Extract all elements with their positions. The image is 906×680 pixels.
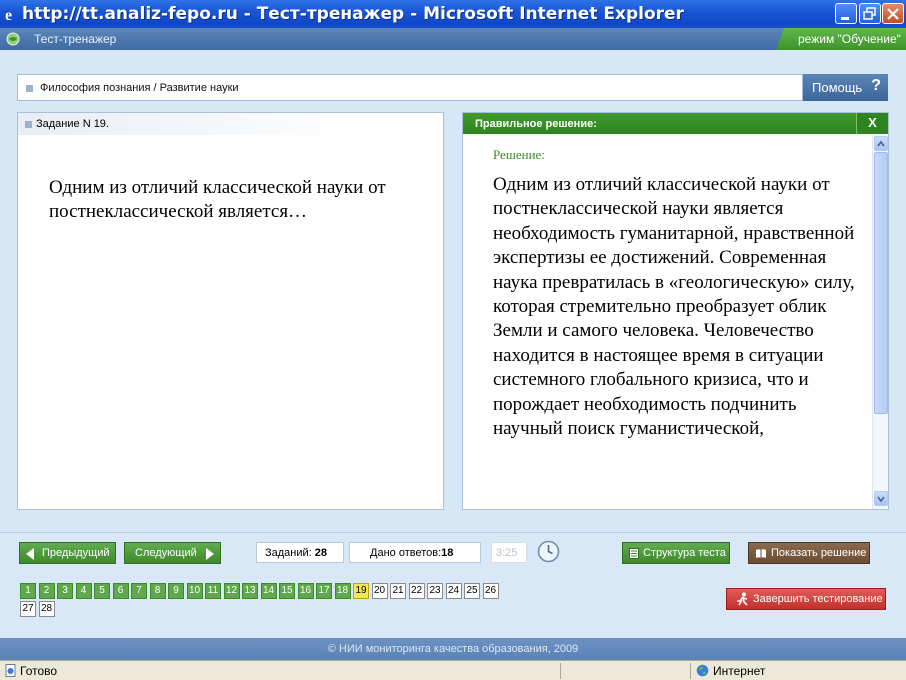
mode-badge: режим "Обучение" — [776, 28, 906, 50]
question-number-26[interactable]: 26 — [482, 583, 499, 599]
question-number-13[interactable]: 13 — [242, 583, 258, 599]
app-logo-icon — [6, 32, 20, 46]
app-header: Тест-тренажер режим "Обучение" — [0, 28, 906, 50]
close-solution-button[interactable]: X — [856, 113, 888, 134]
status-separator — [690, 663, 691, 679]
question-number-6[interactable]: 6 — [112, 583, 129, 599]
question-number-21[interactable]: 21 — [390, 583, 406, 599]
scroll-thumb[interactable] — [874, 152, 888, 414]
question-number-22[interactable]: 22 — [408, 583, 425, 599]
next-label: Следующий — [135, 547, 197, 559]
question-number-20[interactable]: 20 — [371, 583, 388, 599]
help-button[interactable]: Помощь ? — [803, 74, 888, 101]
copyright: © НИИ мониторинга качества образования, … — [0, 638, 906, 660]
security-zone: Интернет — [713, 664, 766, 678]
task-number: Задание N 19. — [36, 118, 109, 130]
bullet-icon — [26, 85, 33, 92]
window-title: http://tt.analiz-fepo.ru - Тест-тренажер… — [22, 4, 684, 24]
chevron-down-icon — [877, 496, 885, 503]
question-number-11[interactable]: 11 — [205, 583, 221, 599]
close-icon — [887, 8, 899, 20]
question-number-25[interactable]: 25 — [464, 583, 480, 599]
restore-icon — [863, 7, 876, 20]
app-title: Тест-тренажер — [34, 32, 117, 46]
answered-label: Дано ответов: — [370, 547, 442, 559]
question-number-18[interactable]: 18 — [334, 583, 351, 599]
previous-button[interactable]: Предыдущий — [19, 542, 116, 564]
list-icon — [629, 548, 639, 559]
question-number-4[interactable]: 4 — [75, 583, 92, 599]
help-label: Помощь — [812, 80, 863, 95]
test-structure-label: Структура теста — [643, 547, 726, 559]
question-number-1[interactable]: 1 — [20, 583, 36, 599]
scroll-up-button[interactable] — [874, 136, 888, 151]
tasks-counter: Заданий: 28 — [256, 542, 344, 563]
question-number-8[interactable]: 8 — [149, 583, 166, 599]
question-number-27[interactable]: 27 — [20, 601, 36, 617]
test-structure-button[interactable]: Структура теста — [622, 542, 730, 564]
tasks-label: Заданий: — [265, 547, 312, 559]
arrow-left-icon — [26, 548, 34, 560]
question-number-3[interactable]: 3 — [57, 583, 73, 599]
solution-content: Решение: Одним из отличий классической н… — [493, 147, 863, 441]
finish-test-button[interactable]: Завершить тестирование — [726, 588, 886, 610]
scroll-down-button[interactable] — [874, 491, 888, 506]
solution-header: Правильное решение: — [463, 113, 888, 134]
show-solution-button[interactable]: Показать решение — [748, 542, 870, 564]
question-number-5[interactable]: 5 — [94, 583, 110, 599]
arrow-right-icon — [206, 548, 214, 560]
question-number-16[interactable]: 16 — [297, 583, 314, 599]
minimize-icon — [841, 17, 849, 20]
show-solution-label: Показать решение — [771, 547, 867, 559]
next-button[interactable]: Следующий — [124, 542, 221, 564]
question-number-12[interactable]: 12 — [223, 583, 240, 599]
window-titlebar: e http://tt.analiz-fepo.ru - Тест-тренаж… — [0, 0, 906, 28]
maximize-button[interactable] — [859, 3, 881, 24]
status-text: Готово — [20, 664, 58, 678]
question-number-28[interactable]: 28 — [38, 601, 55, 617]
task-panel: Задание N 19. Одним из отличий классичес… — [17, 112, 444, 510]
minimize-button[interactable] — [835, 3, 857, 24]
question-mark-icon: ? — [871, 77, 881, 94]
internet-explorer-icon: e — [5, 7, 12, 24]
status-separator — [560, 663, 561, 679]
finish-test-label: Завершить тестирование — [753, 593, 883, 605]
question-number-10[interactable]: 10 — [186, 583, 203, 599]
question-text: Одним из отличий классической науки от п… — [49, 177, 386, 222]
question-number-7[interactable]: 7 — [131, 583, 147, 599]
solution-panel: Правильное решение: X Решение: Одним из … — [462, 112, 889, 510]
question-number-24[interactable]: 24 — [445, 583, 462, 599]
question-number-23[interactable]: 23 — [427, 583, 443, 599]
status-bar: Готово Интернет — [0, 660, 906, 680]
previous-label: Предыдущий — [42, 547, 110, 559]
chevron-up-icon — [877, 140, 885, 147]
question-number-19[interactable]: 19 — [353, 583, 369, 599]
answered-counter: Дано ответов:18 — [349, 542, 481, 563]
svg-text:e: e — [5, 7, 12, 24]
solution-label: Решение: — [493, 147, 545, 162]
answered-value: 18 — [441, 547, 454, 559]
bullet-icon — [25, 121, 32, 128]
question-number-15[interactable]: 15 — [279, 583, 295, 599]
solution-scrollbar[interactable] — [872, 135, 888, 509]
question-number-17[interactable]: 17 — [316, 583, 332, 599]
question-number-2[interactable]: 2 — [38, 583, 55, 599]
globe-icon — [696, 664, 709, 677]
question-number-14[interactable]: 14 — [260, 583, 277, 599]
solution-text: Одним из отличий классической науки от п… — [493, 174, 855, 440]
breadcrumb-text: Философия познания / Развитие науки — [40, 82, 239, 94]
running-man-icon — [737, 592, 748, 606]
clock-icon — [537, 540, 560, 563]
task-header: Задание N 19. — [18, 113, 368, 135]
close-window-button[interactable] — [882, 3, 904, 24]
tasks-value: 28 — [314, 547, 328, 559]
timer-display: 3:25 — [491, 542, 527, 563]
page-icon — [5, 664, 16, 677]
book-icon — [756, 549, 766, 558]
breadcrumb: Философия познания / Развитие науки — [17, 74, 803, 101]
question-number-9[interactable]: 9 — [168, 583, 184, 599]
